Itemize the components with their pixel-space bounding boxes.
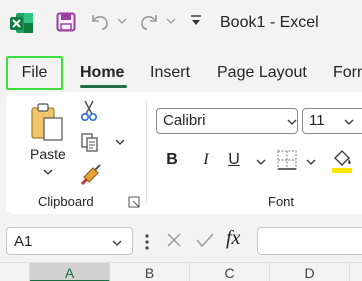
save-icon[interactable] xyxy=(56,12,76,32)
clipboard-group-label: Clipboard xyxy=(38,194,94,209)
redo-icon[interactable] xyxy=(139,12,159,32)
group-divider xyxy=(146,100,147,204)
formula-input[interactable] xyxy=(257,227,362,255)
active-tab-indicator xyxy=(80,85,127,88)
column-header-a[interactable]: A xyxy=(30,263,110,281)
bold-button[interactable]: B xyxy=(164,148,180,172)
chevron-down-icon[interactable] xyxy=(117,16,127,26)
font-name-select[interactable]: Calibri xyxy=(156,108,298,134)
insert-function-icon[interactable]: fx xyxy=(226,227,240,250)
chevron-down-icon[interactable] xyxy=(115,138,125,146)
chevron-down-icon[interactable] xyxy=(256,158,266,166)
scissors-icon[interactable] xyxy=(80,100,98,122)
tab-insert[interactable]: Insert xyxy=(150,64,190,82)
font-group-label: Font xyxy=(268,194,295,209)
excel-logo-icon xyxy=(10,13,33,33)
column-header-b[interactable]: B xyxy=(110,263,190,281)
copy-icon[interactable] xyxy=(80,132,100,152)
ribbon-tabs: File Home Insert Page Layout Form xyxy=(0,52,362,92)
formula-bar: A1 fx xyxy=(0,222,362,262)
paste-button[interactable]: Paste xyxy=(30,146,66,162)
fill-color-icon[interactable] xyxy=(330,148,354,174)
chevron-down-icon[interactable] xyxy=(166,16,176,26)
chevron-down-icon[interactable] xyxy=(112,239,122,247)
window-title: Book1 - Excel xyxy=(220,14,319,31)
select-all-corner[interactable] xyxy=(0,263,30,281)
column-headers: A B C D xyxy=(0,262,362,281)
column-header-d[interactable]: D xyxy=(270,263,350,281)
tab-formulas[interactable]: Form xyxy=(333,64,362,82)
tab-file[interactable]: File xyxy=(6,56,63,90)
borders-icon[interactable] xyxy=(277,150,297,170)
chevron-down-icon[interactable] xyxy=(306,158,316,166)
ribbon-panel: Paste Clipboard Calibri 11 B I U Font xyxy=(6,92,362,214)
tab-page-layout[interactable]: Page Layout xyxy=(217,64,307,82)
cancel-icon[interactable] xyxy=(166,232,182,248)
column-header-e[interactable] xyxy=(350,263,362,281)
tab-home[interactable]: Home xyxy=(80,64,124,82)
chevron-down-icon[interactable] xyxy=(287,118,297,126)
format-painter-icon[interactable] xyxy=(80,164,102,186)
more-vertical-icon[interactable] xyxy=(145,233,149,251)
undo-icon[interactable] xyxy=(90,12,110,32)
customize-qat-icon[interactable] xyxy=(190,14,202,28)
italic-button[interactable]: I xyxy=(199,148,213,172)
paste-icon[interactable] xyxy=(30,102,66,142)
chevron-down-icon[interactable] xyxy=(344,118,354,126)
chevron-down-icon[interactable] xyxy=(43,168,53,176)
check-icon[interactable] xyxy=(196,232,214,248)
column-header-c[interactable]: C xyxy=(190,263,270,281)
title-bar: Book1 - Excel xyxy=(0,0,362,46)
dialog-launcher-icon[interactable] xyxy=(128,196,140,208)
underline-button[interactable]: U xyxy=(226,148,242,172)
